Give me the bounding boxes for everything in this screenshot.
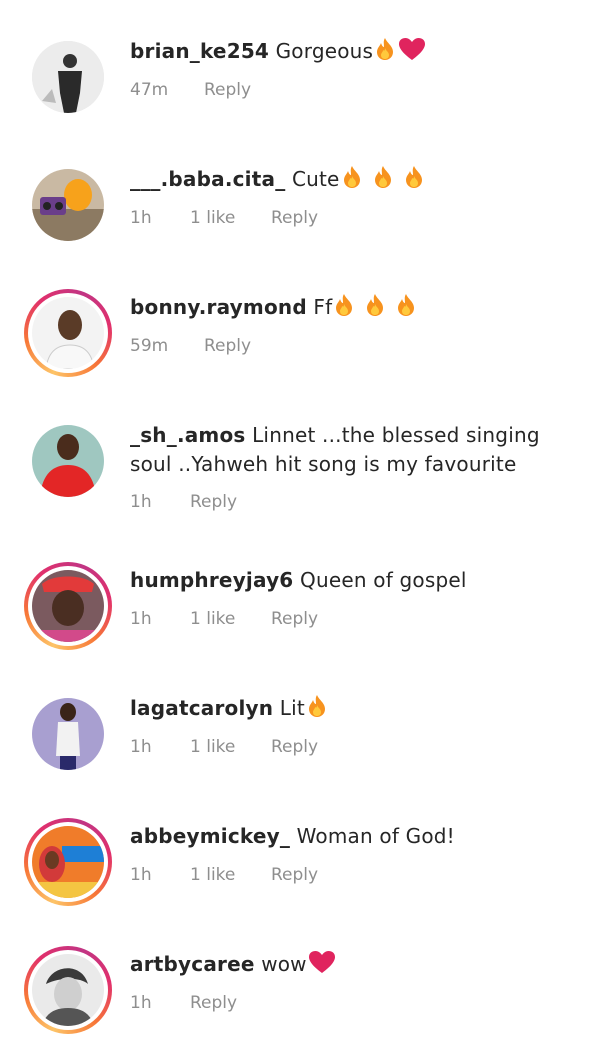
avatar-photo: [32, 41, 104, 113]
comment-body: Woman of God!: [296, 824, 455, 848]
comment-username[interactable]: bonny.raymond: [130, 295, 307, 319]
comment-text: humphreyjay6 Queen of gospel: [130, 566, 570, 595]
person-silhouette-icon: [32, 41, 104, 113]
avatar-photo: [32, 297, 104, 369]
comment-username[interactable]: artbycaree: [130, 952, 255, 976]
comment-body: wow: [261, 952, 307, 976]
like-count[interactable]: 1 like: [190, 737, 235, 757]
avatar[interactable]: [24, 690, 112, 778]
comment-username[interactable]: lagatcarolyn: [130, 696, 273, 720]
person-photo-icon: [32, 425, 104, 497]
fire-icon: [364, 293, 386, 325]
person-photo-icon: [32, 954, 104, 1026]
person-photo-icon: [32, 570, 104, 642]
comment-time: 1h: [130, 208, 152, 228]
comment-time: 59m: [130, 336, 169, 356]
comment-body: Lit: [279, 696, 305, 720]
avatar-photo: [32, 826, 104, 898]
reply-button[interactable]: Reply: [271, 865, 318, 885]
reply-button[interactable]: Reply: [204, 336, 251, 356]
person-photo-icon: [32, 698, 104, 770]
comment-username[interactable]: ___.baba.cita_: [130, 167, 285, 191]
comment-time: 1h: [130, 993, 152, 1013]
comment-time: 1h: [130, 737, 152, 757]
comment-username[interactable]: humphreyjay6: [130, 568, 293, 592]
comment-text: bonny.raymond Ff: [130, 293, 570, 325]
comment-time: 1h: [130, 492, 152, 512]
reply-button[interactable]: Reply: [190, 993, 237, 1013]
comment-text: lagatcarolyn Lit: [130, 694, 570, 726]
comment-username[interactable]: brian_ke254: [130, 39, 269, 63]
heart-icon: [398, 37, 426, 69]
comment-username[interactable]: abbeymickey_: [130, 824, 290, 848]
avatar-story-ring[interactable]: [24, 946, 112, 1034]
avatar-photo: [32, 425, 104, 497]
reply-button[interactable]: Reply: [271, 609, 318, 629]
fire-icon: [374, 37, 396, 69]
avatar[interactable]: [24, 417, 112, 505]
fire-icon: [341, 165, 363, 197]
like-count[interactable]: 1 like: [190, 609, 235, 629]
like-count[interactable]: 1 like: [190, 208, 235, 228]
avatar-story-ring[interactable]: [24, 818, 112, 906]
avatar[interactable]: [24, 33, 112, 121]
poster-image-icon: [32, 826, 104, 898]
avatar-story-ring[interactable]: [24, 289, 112, 377]
comment-body: Cute: [291, 167, 340, 191]
reply-button[interactable]: Reply: [271, 208, 318, 228]
avatar-story-ring[interactable]: [24, 562, 112, 650]
fire-icon: [333, 293, 355, 325]
fire-icon: [395, 293, 417, 325]
masked-person-icon: [32, 169, 104, 241]
heart-icon: [308, 950, 336, 982]
comment-time: 1h: [130, 865, 152, 885]
avatar-photo: [32, 570, 104, 642]
comment-text: _sh_.amos Linnet ...the blessed singing …: [130, 421, 570, 479]
fire-icon: [403, 165, 425, 197]
comment-body: Queen of gospel: [300, 568, 467, 592]
avatar-photo: [32, 954, 104, 1026]
avatar[interactable]: [24, 161, 112, 249]
comment-text: ___.baba.cita_ Cute: [130, 165, 570, 197]
reply-button[interactable]: Reply: [204, 80, 251, 100]
comment-text: brian_ke254 Gorgeous: [130, 37, 570, 69]
comment-text: abbeymickey_ Woman of God!: [130, 822, 570, 851]
comment-time: 47m: [130, 80, 169, 100]
like-count[interactable]: 1 like: [190, 865, 235, 885]
comment-body: Ff: [313, 295, 333, 319]
avatar-photo: [32, 698, 104, 770]
comment-time: 1h: [130, 609, 152, 629]
person-photo-icon: [32, 297, 104, 369]
fire-icon: [372, 165, 394, 197]
comment-text: artbycaree wow: [130, 950, 570, 982]
reply-button[interactable]: Reply: [271, 737, 318, 757]
comment-username[interactable]: _sh_.amos: [130, 423, 246, 447]
reply-button[interactable]: Reply: [190, 492, 237, 512]
avatar-photo: [32, 169, 104, 241]
comment-body: Gorgeous: [275, 39, 374, 63]
fire-icon: [306, 694, 328, 726]
